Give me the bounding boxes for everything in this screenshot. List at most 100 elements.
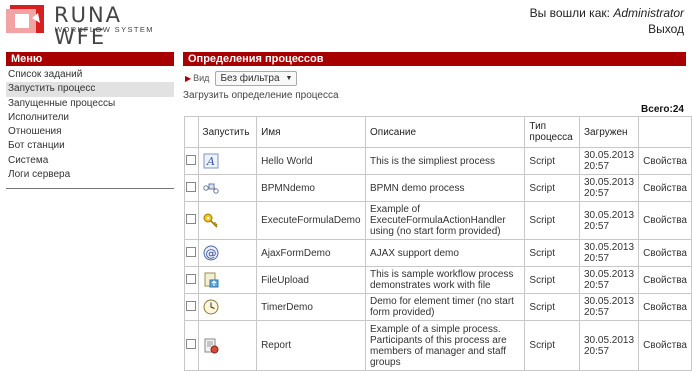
page-title: Определения процессов xyxy=(183,52,686,66)
process-description: Example of ExecuteFormulaActionHandler u… xyxy=(364,201,526,240)
process-description: Demo for element timer (no start form pr… xyxy=(364,293,526,321)
process-name: AjaxFormDemo xyxy=(256,239,366,267)
total-count: Всего:24 xyxy=(641,104,684,115)
table-row: FileUpload This is sample workflow proce… xyxy=(184,266,692,294)
table-row: Report Example of a simple process. Part… xyxy=(184,320,692,371)
properties-link[interactable]: Свойства xyxy=(643,275,687,286)
upload-definition-link[interactable]: Загрузить определение процесса xyxy=(183,90,339,101)
process-description: Example of a simple process. Participant… xyxy=(364,320,526,371)
logout-link[interactable]: Выход xyxy=(530,21,684,37)
properties-link[interactable]: Свойства xyxy=(643,156,687,167)
logo-subtitle: WORKFLOW SYSTEM xyxy=(55,25,154,34)
properties-link[interactable]: Свойства xyxy=(643,183,687,194)
process-name: FileUpload xyxy=(256,266,366,294)
table-row: TimerDemo Demo for element timer (no sta… xyxy=(184,293,692,321)
start-cell xyxy=(197,174,258,202)
process-type: Script xyxy=(524,201,580,240)
start-cell xyxy=(197,201,258,240)
process-name: TimerDemo xyxy=(256,293,366,321)
sidebar-item-start-process[interactable]: Запустить процесс xyxy=(6,82,174,97)
svg-text:@: @ xyxy=(205,247,216,260)
start-cell xyxy=(197,266,258,294)
process-type: Script xyxy=(524,320,580,371)
text-a-icon[interactable]: A xyxy=(203,153,219,169)
process-type: Script xyxy=(524,147,580,175)
table-row: A Hello World This is the simpliest proc… xyxy=(184,147,692,175)
chevron-down-icon: ▼ xyxy=(285,74,293,82)
process-name: Hello World xyxy=(256,147,366,175)
select-cell xyxy=(184,293,199,321)
row-checkbox[interactable] xyxy=(186,181,197,192)
process-loaded: 30.05.2013 20:57 xyxy=(578,174,640,202)
sidebar-title: Меню xyxy=(6,52,174,66)
svg-text:A: A xyxy=(206,155,215,168)
process-loaded: 30.05.2013 20:57 xyxy=(578,266,640,294)
table-header-row: Запустить Имя Описание Тип процесса Загр… xyxy=(184,116,692,148)
process-name: Report xyxy=(256,320,366,371)
properties-link[interactable]: Свойства xyxy=(643,215,687,226)
start-cell xyxy=(197,293,258,321)
sidebar-item-executors[interactable]: Исполнители xyxy=(6,111,174,125)
select-cell xyxy=(184,201,199,240)
row-checkbox[interactable] xyxy=(186,273,197,284)
process-loaded: 30.05.2013 20:57 xyxy=(578,239,640,267)
sidebar-item-bot-stations[interactable]: Бот станции xyxy=(6,139,174,153)
key-icon[interactable] xyxy=(203,213,219,229)
file-upload-icon[interactable] xyxy=(203,272,219,288)
select-cell xyxy=(184,174,199,202)
logged-in-label: Вы вошли как: xyxy=(529,6,610,20)
user-box: Вы вошли как: Administrator Выход xyxy=(530,5,684,37)
sidebar-item-system[interactable]: Система xyxy=(6,154,174,168)
row-checkbox[interactable] xyxy=(186,214,197,224)
row-checkbox[interactable] xyxy=(186,339,197,349)
header-start[interactable]: Запустить xyxy=(197,116,258,148)
collapse-arrow-icon[interactable]: ▶ xyxy=(185,74,191,83)
properties-link[interactable]: Свойства xyxy=(643,302,687,313)
row-checkbox[interactable] xyxy=(186,246,197,257)
sidebar-menu: Список заданий Запустить процесс Запущен… xyxy=(6,68,174,182)
table-row: BPMNdemo BPMN demo process Script 30.05.… xyxy=(184,174,692,202)
select-cell xyxy=(184,239,199,267)
bpmn-diagram-icon[interactable] xyxy=(202,180,219,196)
select-cell xyxy=(184,147,199,175)
at-sign-icon[interactable]: @ xyxy=(203,245,219,261)
report-icon[interactable] xyxy=(203,338,219,354)
runa-logo-icon xyxy=(6,5,44,33)
process-description: This is sample workflow process demonstr… xyxy=(364,266,526,294)
app-logo: RUNA WFE WORKFLOW SYSTEM xyxy=(6,4,176,48)
sidebar-item-relations[interactable]: Отношения xyxy=(6,125,174,139)
process-type: Script xyxy=(524,239,580,267)
process-loaded: 30.05.2013 20:57 xyxy=(578,320,640,371)
process-type: Script xyxy=(524,266,580,294)
process-name: BPMNdemo xyxy=(256,174,366,202)
table-row: @ AjaxFormDemo AJAX support demo Script … xyxy=(184,239,692,267)
logged-in-line: Вы вошли как: Administrator xyxy=(530,5,684,21)
process-description: AJAX support demo xyxy=(364,239,526,267)
filter-label[interactable]: Вид xyxy=(193,73,209,83)
header-type[interactable]: Тип процесса xyxy=(524,116,580,148)
header-loaded[interactable]: Загружен xyxy=(578,116,640,148)
process-loaded: 30.05.2013 20:57 xyxy=(578,201,640,240)
filter-selected-value: Без фильтра xyxy=(220,72,280,84)
process-loaded: 30.05.2013 20:57 xyxy=(578,147,640,175)
start-cell: A xyxy=(197,147,258,175)
sidebar-item-running-processes[interactable]: Запущенные процессы xyxy=(6,97,174,111)
sidebar-item-server-logs[interactable]: Логи сервера xyxy=(6,168,174,182)
header-name[interactable]: Имя xyxy=(256,116,366,148)
clock-icon[interactable] xyxy=(203,299,219,315)
username: Administrator xyxy=(613,6,684,20)
filter-select[interactable]: Без фильтра ▼ xyxy=(215,70,298,86)
sidebar-divider xyxy=(6,188,174,189)
header-description[interactable]: Описание xyxy=(364,116,526,148)
header-props xyxy=(638,116,692,148)
sidebar-item-tasks[interactable]: Список заданий xyxy=(6,68,174,82)
row-checkbox[interactable] xyxy=(186,300,197,311)
row-checkbox[interactable] xyxy=(186,154,197,165)
properties-link[interactable]: Свойства xyxy=(643,248,687,259)
select-cell xyxy=(184,320,199,371)
process-type: Script xyxy=(524,293,580,321)
select-cell xyxy=(184,266,199,294)
start-cell xyxy=(197,320,258,371)
process-description: BPMN demo process xyxy=(364,174,526,202)
properties-link[interactable]: Свойства xyxy=(643,340,687,351)
